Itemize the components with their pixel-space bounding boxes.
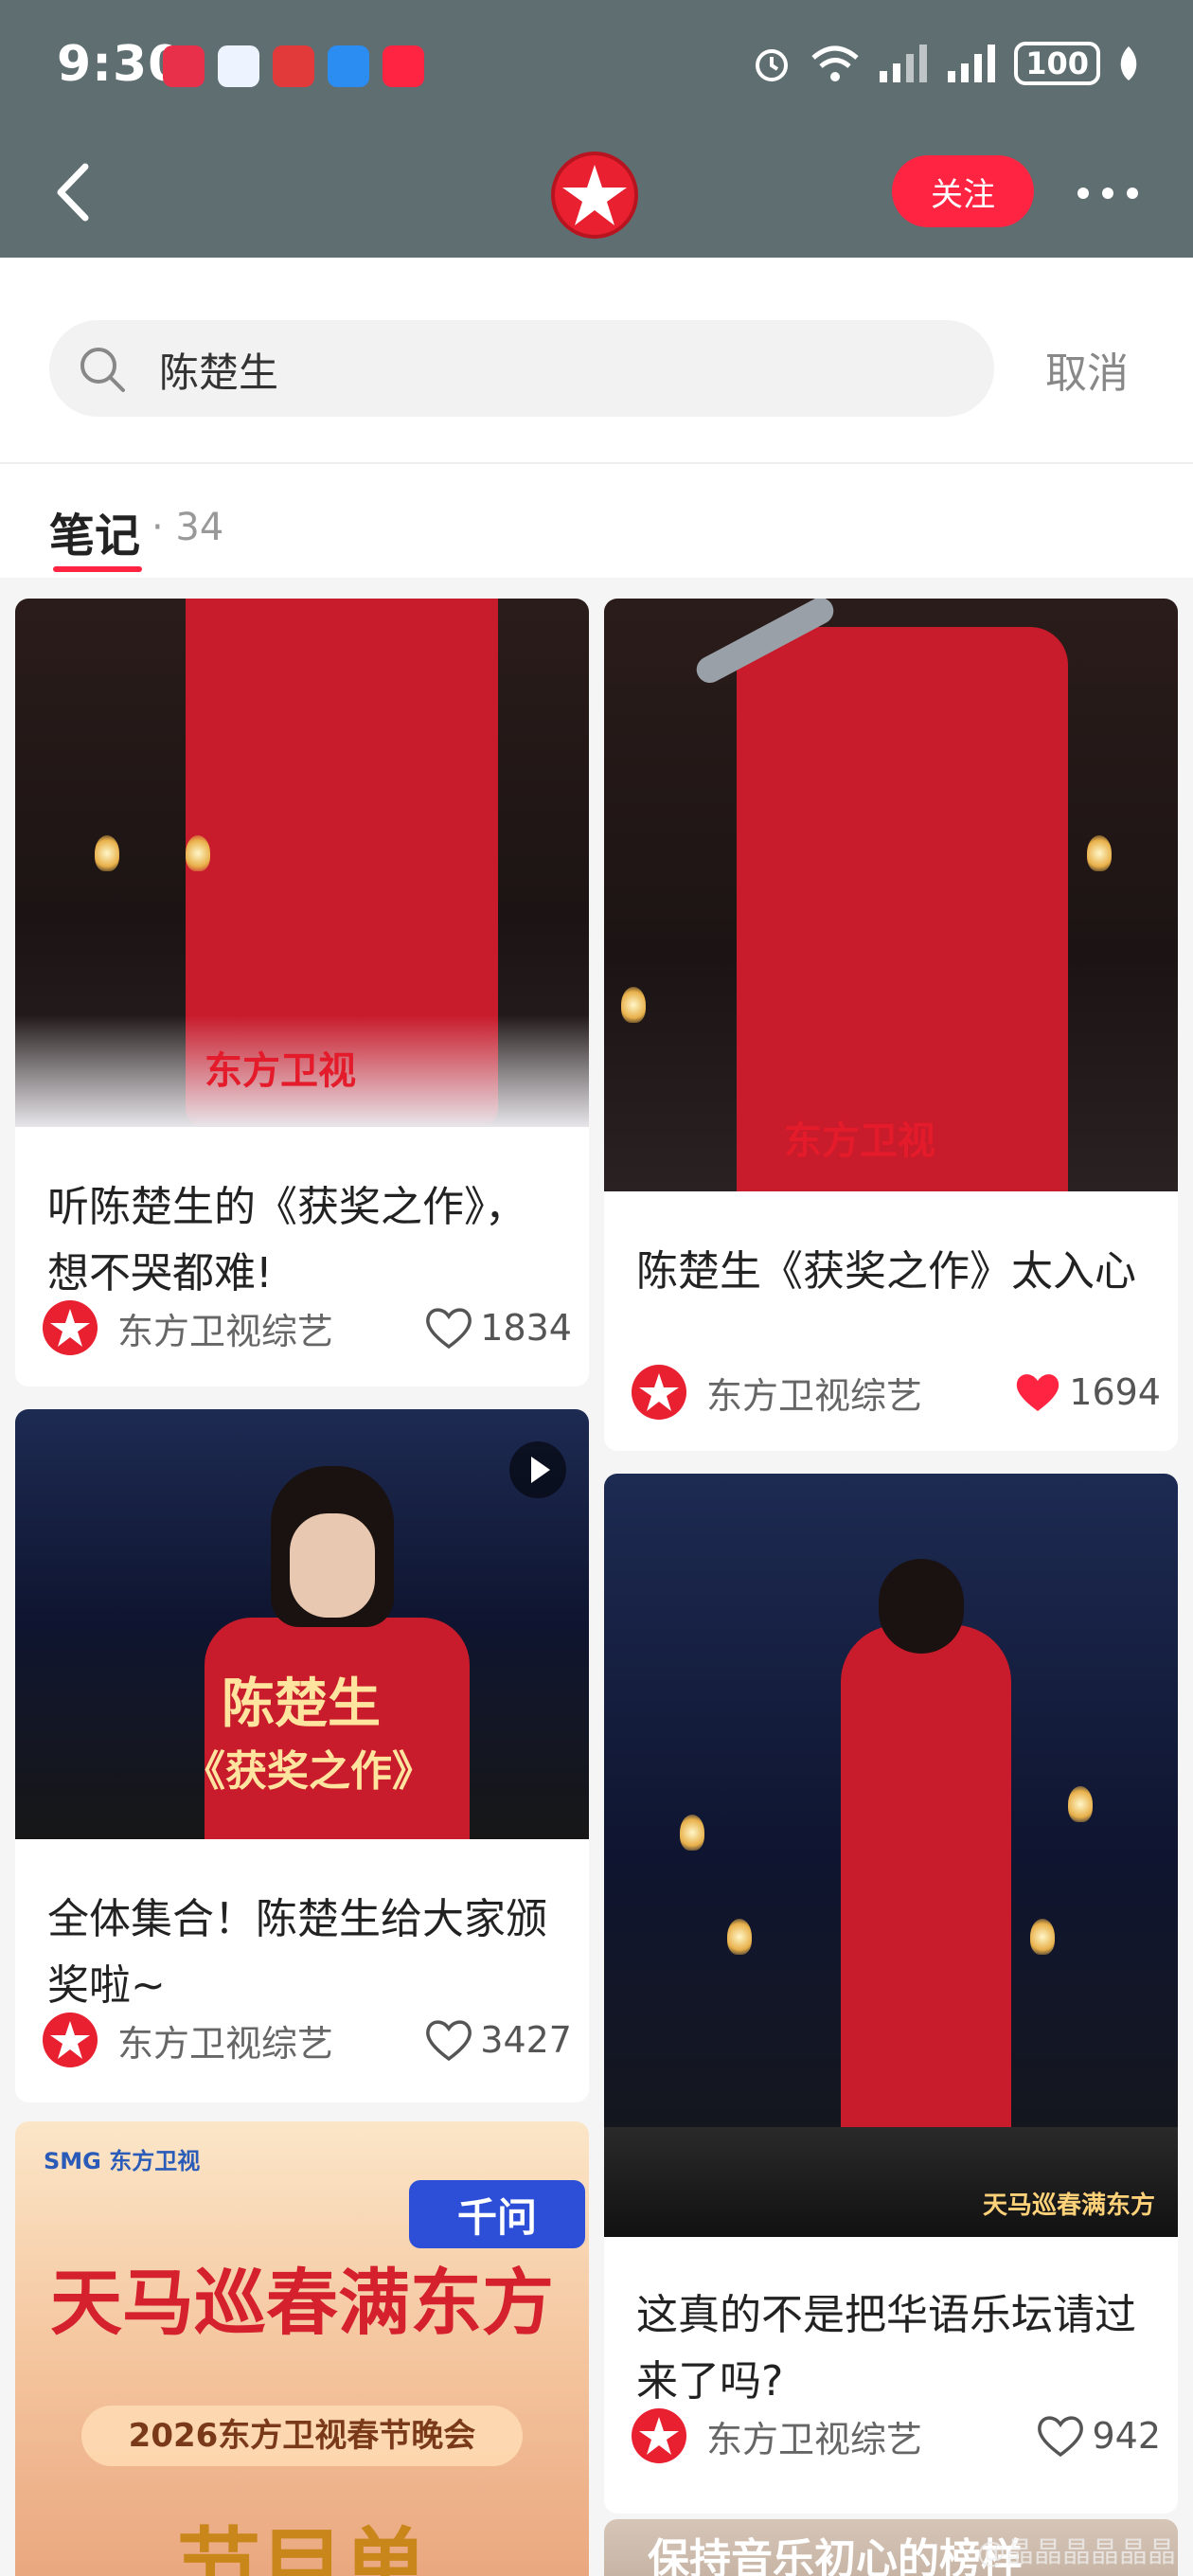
search-bar: 陈楚生 取消	[0, 258, 1193, 464]
like-number: 1834	[480, 1307, 572, 1349]
note-title: 这真的不是把华语乐坛请过来了吗?	[636, 2291, 1136, 2406]
note-image: 陈楚生 《获奖之作》	[15, 1409, 589, 1839]
note-meta: 东方卫视综艺 1694	[631, 1362, 1161, 1422]
like-number: 942	[1092, 2415, 1161, 2457]
note-image: 东方卫视	[15, 599, 589, 1127]
wifi-icon	[811, 45, 859, 81]
image-headline: 天马巡春满东方	[50, 2261, 554, 2345]
note-meta: 东方卫视综艺 3427	[42, 2010, 572, 2070]
cancel-button[interactable]: 取消	[1045, 339, 1129, 400]
leaf-icon	[1120, 46, 1137, 80]
author-avatar	[632, 1365, 686, 1420]
note-image: SMG 东方卫视 千问 天马巡春满东方 2026东方卫视春节晚会 节目单	[15, 2121, 589, 2576]
dragon-tv-logo	[551, 152, 638, 239]
note-title: 陈楚生《获奖之作》太入心	[636, 1247, 1136, 1296]
heart-outline-icon	[426, 2020, 472, 2062]
image-text: 保持音乐初心的榜样	[648, 2535, 1023, 2576]
image-bottom-text: 节目单	[176, 2518, 427, 2576]
app-icon	[383, 45, 424, 87]
author-name: 东方卫视综艺	[706, 2418, 923, 2460]
image-text: 陈楚生	[222, 1673, 381, 1735]
video-play-icon	[509, 1441, 566, 1498]
like-count[interactable]: 1694	[1012, 1369, 1161, 1415]
alarm-icon	[756, 49, 789, 81]
note-card[interactable]: 陈楚生 《获奖之作》 全体集合！陈楚生给大家颁奖啦~ 东方卫视综艺 3427	[15, 1409, 589, 2102]
note-card[interactable]: 东方卫视 陈楚生《获奖之作》太入心 东方卫视综艺 1694	[604, 599, 1178, 1451]
tab-notes[interactable]: 笔记	[49, 498, 140, 564]
image-caption: 天马巡春满东方	[983, 2191, 1156, 2220]
notes-count: · 34	[151, 506, 224, 549]
search-input[interactable]: 陈楚生	[49, 320, 994, 417]
results-tabs: 笔记 · 34	[0, 464, 1193, 578]
search-query: 陈楚生	[159, 349, 279, 396]
note-title: 听陈楚生的《获奖之作》，想不哭都难!	[47, 1183, 526, 1297]
app-icon	[273, 45, 314, 87]
note-card[interactable]: 东方卫视 听陈楚生的《获奖之作》，想不哭都难! 东方卫视综艺 1834	[15, 599, 589, 1386]
more-options-icon[interactable]	[1077, 188, 1138, 199]
like-count[interactable]: 3427	[423, 2017, 572, 2063]
app-icon	[218, 45, 259, 87]
note-title: 全体集合！陈楚生给大家颁奖啦~	[47, 1895, 547, 2010]
author-avatar	[43, 2012, 98, 2067]
image-caption: 东方卫视	[205, 1049, 356, 1093]
app-icon	[163, 45, 205, 87]
battery-indicator: 100	[1014, 42, 1100, 85]
signal-icon	[948, 45, 996, 82]
notification-icons	[163, 45, 424, 87]
tab-underline	[53, 566, 142, 572]
heart-filled-icon	[1017, 1374, 1059, 1411]
note-card[interactable]: SMG 东方卫视 千问 天马巡春满东方 2026东方卫视春节晚会 节目单	[15, 2121, 589, 2576]
back-icon[interactable]	[45, 159, 102, 225]
like-count[interactable]: 1834	[423, 1305, 572, 1351]
status-right: 100	[751, 42, 1140, 85]
follow-button[interactable]: 关注	[892, 155, 1034, 227]
like-count[interactable]: 942	[1035, 2413, 1161, 2459]
image-subtitle: 2026东方卫视春节晚会	[81, 2406, 523, 2466]
image-caption: 东方卫视	[784, 1119, 935, 1163]
like-number: 3427	[480, 2019, 572, 2061]
note-image: 东方卫视	[604, 599, 1178, 1191]
author-avatar	[43, 1300, 98, 1355]
nav-bar: 关注	[0, 133, 1193, 258]
note-image: 天马巡春满东方	[604, 1474, 1178, 2237]
like-number: 1694	[1069, 1371, 1161, 1413]
search-icon	[80, 348, 125, 392]
author-name: 东方卫视综艺	[117, 1310, 334, 1352]
qianwen-badge: 千问	[409, 2180, 585, 2248]
author-name: 东方卫视综艺	[706, 1374, 923, 1417]
author-avatar	[632, 2408, 686, 2463]
heart-outline-icon	[426, 1308, 472, 1350]
author-name: 东方卫视综艺	[117, 2022, 334, 2065]
note-meta: 东方卫视综艺 942	[631, 2406, 1161, 2466]
status-bar: 9:30 100	[0, 0, 1193, 133]
watermark: @晶晶晶晶晶晶	[977, 2536, 1176, 2569]
notes-feed[interactable]: 东方卫视 听陈楚生的《获奖之作》，想不哭都难! 东方卫视综艺 1834 东方卫视	[0, 578, 1193, 2576]
note-card[interactable]: 天马巡春满东方 这真的不是把华语乐坛请过来了吗? 东方卫视综艺 942	[604, 1474, 1178, 2513]
image-text: SMG 东方卫视	[44, 2148, 201, 2174]
header: 9:30 100 关注	[0, 0, 1193, 258]
note-meta: 东方卫视综艺 1834	[42, 1297, 572, 1358]
image-text: 《获奖之作》	[184, 1747, 434, 1796]
app-icon	[328, 45, 369, 87]
signal-icon	[880, 45, 928, 82]
heart-outline-icon	[1038, 2416, 1084, 2458]
